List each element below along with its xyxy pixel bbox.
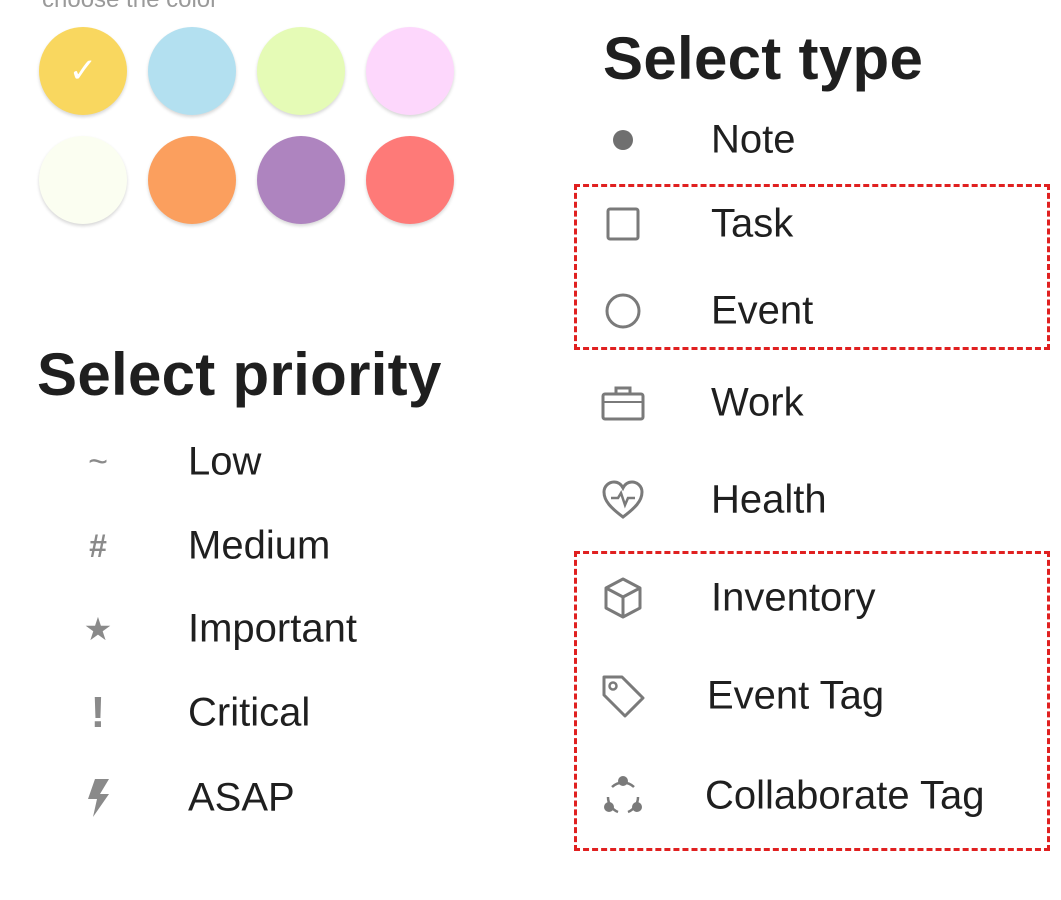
priority-item-important[interactable]: ★ Important (68, 599, 468, 659)
priority-item-medium[interactable]: # Medium (68, 516, 468, 576)
swatch-purple[interactable] (257, 136, 345, 224)
priority-label: Low (188, 439, 262, 484)
priority-title: Select priority (37, 341, 442, 408)
tilde-icon: ~ (88, 442, 108, 481)
swatch-off-white[interactable] (39, 136, 127, 224)
check-icon: ✓ (68, 51, 98, 91)
swatch-pink[interactable] (366, 27, 454, 115)
type-item-health[interactable]: Health (593, 470, 1053, 530)
type-title: Select type (603, 25, 924, 92)
briefcase-icon (593, 373, 653, 433)
swatch-yellow[interactable]: ✓ (39, 27, 127, 115)
swatch-orange[interactable] (148, 136, 236, 224)
priority-item-critical[interactable]: ! Critical (68, 683, 468, 743)
priority-label: ASAP (188, 775, 295, 820)
priority-item-low[interactable]: ~ Low (68, 432, 468, 492)
star-icon: ★ (83, 610, 113, 648)
heart-pulse-icon (593, 470, 653, 530)
color-caption: choose the color (42, 0, 218, 14)
priority-label: Important (188, 606, 357, 651)
dot-icon (593, 110, 653, 170)
hash-icon: # (89, 527, 107, 564)
priority-label: Medium (188, 523, 331, 568)
type-item-note[interactable]: Note (593, 110, 1053, 170)
type-label: Note (711, 117, 796, 162)
type-item-work[interactable]: Work (593, 373, 1053, 433)
priority-item-asap[interactable]: ASAP (68, 768, 468, 828)
swatch-red[interactable] (366, 136, 454, 224)
highlight-box-task-event (574, 184, 1050, 350)
swatch-light-blue[interactable] (148, 27, 236, 115)
highlight-box-tags (574, 551, 1050, 851)
exclamation-icon: ! (90, 688, 106, 737)
priority-label: Critical (188, 690, 311, 735)
swatch-light-green[interactable] (257, 27, 345, 115)
type-label: Health (711, 477, 827, 522)
type-label: Work (711, 380, 804, 425)
lightning-icon (68, 768, 128, 828)
